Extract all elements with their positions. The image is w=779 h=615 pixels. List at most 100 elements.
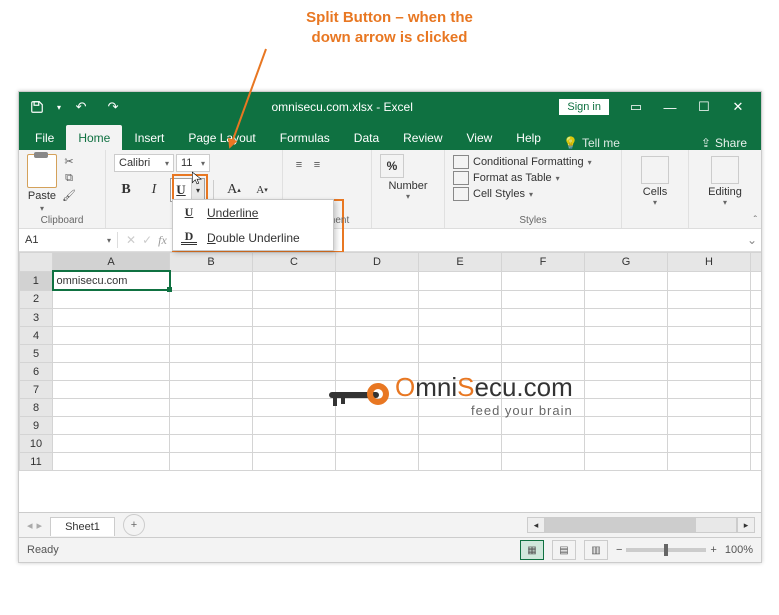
cell[interactable] <box>419 399 502 417</box>
page-layout-view-icon[interactable]: ▤ <box>552 540 576 560</box>
cell[interactable] <box>253 363 336 381</box>
name-box[interactable]: A1▾ <box>19 232 118 248</box>
row-header[interactable]: 7 <box>20 381 53 399</box>
collapse-ribbon-icon[interactable]: ˆ <box>754 215 757 226</box>
col-header[interactable]: G <box>585 253 668 272</box>
fx-icon[interactable]: fx <box>158 233 167 248</box>
cell[interactable] <box>751 435 762 453</box>
page-break-view-icon[interactable]: ▥ <box>584 540 608 560</box>
ribbon-options-icon[interactable]: ▭ <box>619 95 653 119</box>
expand-formula-bar-icon[interactable]: ⌄ <box>743 233 761 247</box>
cell[interactable] <box>419 363 502 381</box>
add-sheet-button[interactable]: + <box>123 514 145 536</box>
cell[interactable] <box>53 381 170 399</box>
zoom-level[interactable]: 100% <box>725 544 753 556</box>
shrink-font-button[interactable]: A▾ <box>250 179 274 201</box>
cut-icon[interactable]: ✂ <box>61 154 77 168</box>
cell[interactable] <box>170 290 253 309</box>
qat-more-icon[interactable]: ▾ <box>57 103 61 112</box>
cell[interactable] <box>668 417 751 435</box>
col-header[interactable]: C <box>253 253 336 272</box>
scroll-left-icon[interactable]: ◂ <box>527 517 545 533</box>
underline-icon[interactable]: U <box>171 182 191 198</box>
row-header[interactable]: 9 <box>20 417 53 435</box>
cell[interactable] <box>751 327 762 345</box>
row-header[interactable]: 1 <box>20 271 53 290</box>
cell[interactable] <box>253 453 336 471</box>
format-as-table-button[interactable]: Format as Table▾ <box>453 170 613 186</box>
align-icon[interactable]: ≡ <box>291 158 307 172</box>
cell[interactable] <box>502 345 585 363</box>
cell[interactable] <box>419 381 502 399</box>
cell[interactable] <box>336 435 419 453</box>
cell[interactable] <box>419 453 502 471</box>
cell[interactable] <box>502 290 585 309</box>
cell[interactable] <box>585 453 668 471</box>
row-header[interactable]: 8 <box>20 399 53 417</box>
cell[interactable] <box>53 363 170 381</box>
maximize-icon[interactable]: ☐ <box>687 95 721 119</box>
cell[interactable] <box>502 309 585 327</box>
cell[interactable] <box>502 363 585 381</box>
cell[interactable] <box>751 363 762 381</box>
cell[interactable] <box>170 345 253 363</box>
redo-icon[interactable]: ↷ <box>101 96 125 118</box>
signin-button[interactable]: Sign in <box>559 99 609 115</box>
percent-icon[interactable]: % <box>380 154 404 178</box>
cell[interactable] <box>668 327 751 345</box>
cell[interactable] <box>336 271 419 290</box>
close-icon[interactable]: ✕ <box>721 95 755 119</box>
horizontal-scrollbar[interactable]: ◂ ▸ <box>145 517 761 533</box>
cell[interactable] <box>253 309 336 327</box>
cell[interactable] <box>502 381 585 399</box>
cell[interactable] <box>668 363 751 381</box>
conditional-formatting-button[interactable]: Conditional Formatting▾ <box>453 154 613 170</box>
cell[interactable] <box>419 417 502 435</box>
cell[interactable] <box>53 290 170 309</box>
cell[interactable] <box>751 290 762 309</box>
cell[interactable] <box>751 309 762 327</box>
cell[interactable] <box>53 345 170 363</box>
cell[interactable] <box>751 345 762 363</box>
tab-page-layout[interactable]: Page Layout <box>176 125 267 150</box>
cell[interactable] <box>253 345 336 363</box>
menu-item-double-underline[interactable]: D Double Underline <box>173 225 333 250</box>
cell[interactable] <box>419 271 502 290</box>
zoom-in-button[interactable]: + <box>710 544 716 556</box>
cell[interactable] <box>502 435 585 453</box>
cell[interactable] <box>502 327 585 345</box>
copy-icon[interactable]: ⧉ <box>61 171 77 185</box>
cell[interactable] <box>253 417 336 435</box>
cell[interactable] <box>751 381 762 399</box>
align-icon[interactable]: ≡ <box>309 158 325 172</box>
cell[interactable] <box>170 399 253 417</box>
format-painter-icon[interactable]: 🖌 <box>61 188 77 202</box>
cell[interactable] <box>585 327 668 345</box>
cell[interactable] <box>253 435 336 453</box>
col-header[interactable]: D <box>336 253 419 272</box>
cell[interactable] <box>585 345 668 363</box>
cell[interactable] <box>668 399 751 417</box>
cell[interactable] <box>336 290 419 309</box>
cell[interactable] <box>336 327 419 345</box>
row-header[interactable]: 11 <box>20 453 53 471</box>
cell[interactable] <box>502 417 585 435</box>
cell[interactable] <box>668 381 751 399</box>
tab-data[interactable]: Data <box>342 125 391 150</box>
cell[interactable] <box>170 417 253 435</box>
cell[interactable] <box>585 417 668 435</box>
cell[interactable] <box>419 327 502 345</box>
cell[interactable] <box>668 271 751 290</box>
tab-view[interactable]: View <box>455 125 505 150</box>
cell[interactable] <box>253 399 336 417</box>
italic-button[interactable]: I <box>142 179 166 201</box>
cell[interactable] <box>253 381 336 399</box>
menu-item-underline[interactable]: U Underline <box>173 200 333 225</box>
select-all-corner[interactable] <box>20 253 53 272</box>
cell[interactable] <box>751 271 762 290</box>
cell[interactable]: omnisecu.com <box>53 271 170 290</box>
zoom-out-button[interactable]: − <box>616 544 622 556</box>
normal-view-icon[interactable]: ▦ <box>520 540 544 560</box>
cell[interactable] <box>585 271 668 290</box>
row-header[interactable]: 10 <box>20 435 53 453</box>
